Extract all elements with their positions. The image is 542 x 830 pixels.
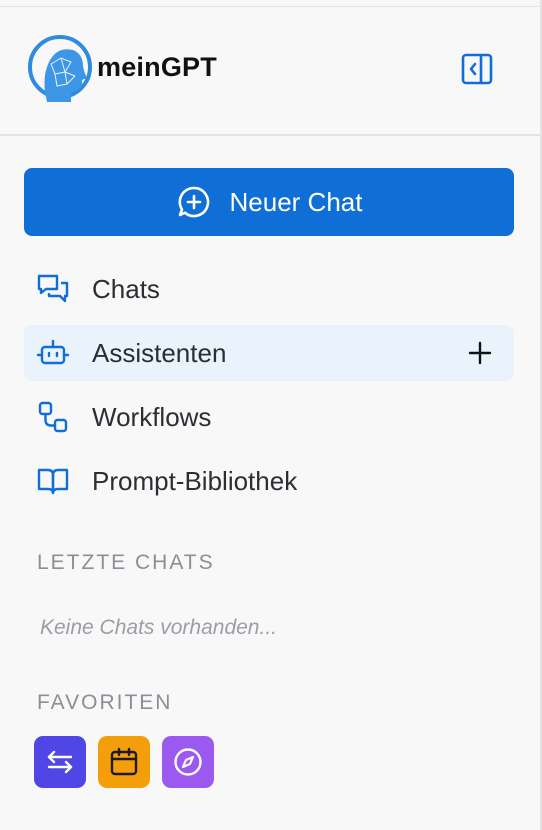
nav-label-workflows: Workflows <box>92 401 212 432</box>
calendar-icon <box>110 747 138 776</box>
bot-icon <box>35 335 71 371</box>
panel-collapse-icon <box>461 53 493 85</box>
favorite-item-calendar[interactable] <box>98 736 150 788</box>
workflow-icon <box>35 399 71 435</box>
compass-icon <box>174 748 202 776</box>
nav-item-workflows[interactable]: Workflows <box>24 389 514 445</box>
nav-label-prompt-bibliothek: Prompt-Bibliothek <box>92 465 298 496</box>
favorite-item-compass[interactable] <box>162 736 214 788</box>
book-open-icon <box>35 463 71 499</box>
arrows-left-right-icon <box>47 750 73 774</box>
favorites-title: FAVORITEN <box>37 691 173 714</box>
nav-item-prompt-bibliothek[interactable]: Prompt-Bibliothek <box>24 453 514 509</box>
sidebar-header: meinGPT <box>0 7 540 136</box>
nav-label-chats: Chats <box>92 273 160 304</box>
chat-bubbles-icon <box>35 271 71 307</box>
chat-plus-icon <box>178 186 209 218</box>
nav-item-chats[interactable]: Chats <box>24 261 514 317</box>
recent-chats-empty-note: Keine Chats vorhanden... <box>40 616 277 639</box>
nav-label-assistenten: Assistenten <box>92 337 227 368</box>
brand-name: meinGPT <box>97 52 217 82</box>
add-assistant-button[interactable] <box>466 339 494 367</box>
recent-chats-title: LETZTE CHATS <box>37 551 215 574</box>
nav-item-assistenten[interactable]: Assistenten <box>24 325 514 381</box>
brand-logo-icon <box>27 34 93 106</box>
new-chat-label: Neuer Chat <box>229 186 363 217</box>
collapse-sidebar-button[interactable] <box>459 51 495 87</box>
plus-icon <box>468 341 492 365</box>
favorite-item-exchange[interactable] <box>34 736 86 788</box>
new-chat-button[interactable]: Neuer Chat <box>24 168 514 236</box>
